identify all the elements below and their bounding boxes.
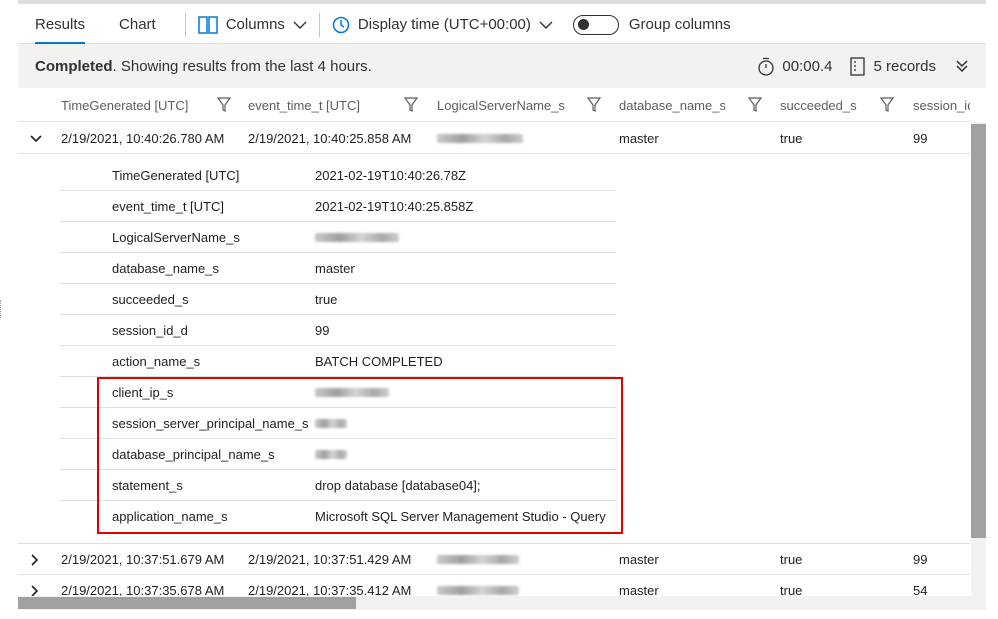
detail-key: TimeGenerated [UTC] — [112, 168, 240, 183]
horizontal-scrollbar-thumb[interactable] — [18, 597, 356, 609]
filter-icon[interactable] — [586, 97, 602, 115]
detail-row: event_time_t [UTC] 2021-02-19T10:40:25.85… — [60, 191, 616, 222]
cell-server-redacted — [437, 123, 523, 153]
detail-row: database_principal_name_s — [60, 439, 616, 470]
top-border — [18, 0, 986, 4]
detail-value: true — [315, 292, 338, 307]
detail-value: 99 — [315, 323, 330, 338]
detail-row: session_id_d 99 — [60, 315, 616, 346]
detail-value: Microsoft SQL Server Management Studio -… — [315, 509, 606, 524]
detail-row: statement_s drop database [database04]; — [60, 470, 616, 501]
columns-label: Columns — [225, 16, 285, 33]
detail-row: session_server_principal_name_s — [60, 408, 616, 439]
cell-succeeded: true — [780, 552, 803, 567]
filter-icon[interactable] — [216, 97, 232, 115]
records-count: 5 records — [873, 57, 936, 75]
column-header-succeeded[interactable]: succeeded_s — [780, 88, 857, 121]
group-columns-toggle[interactable] — [572, 14, 619, 35]
detail-value-redacted — [315, 377, 389, 408]
detail-key: database_principal_name_s — [112, 447, 275, 462]
detail-value-redacted — [315, 439, 347, 470]
detail-key: session_server_principal_name_s — [112, 416, 309, 431]
detail-key: client_ip_s — [112, 385, 174, 400]
filter-icon[interactable] — [403, 97, 419, 115]
detail-key: LogicalServerName_s — [112, 230, 240, 245]
column-header-session-id[interactable]: session_id_d — [913, 88, 970, 121]
detail-value: 2021-02-19T10:40:25.858Z — [315, 199, 474, 214]
column-header-timegenerated[interactable]: TimeGenerated [UTC] — [61, 88, 188, 121]
query-status-bar: Completed. Showing results from the last… — [18, 44, 986, 88]
detail-value: 2021-02-19T10:40:26.78Z — [315, 168, 467, 183]
group-columns-label: Group columns — [628, 16, 731, 33]
detail-key: succeeded_s — [112, 292, 189, 307]
query-duration: 00:00.4 — [782, 57, 833, 75]
detail-value: drop database [database04]; — [315, 478, 481, 493]
table-row[interactable]: 2/19/2021, 10:40:26.780 AM 2/19/2021, 10… — [18, 123, 970, 154]
cell-event-time: 2/19/2021, 10:40:25.858 AM — [248, 131, 412, 146]
results-toolbar: Results Chart Columns Display time (UTC+… — [18, 6, 986, 44]
cell-event-time: 2/19/2021, 10:37:51.429 AM — [248, 552, 412, 567]
cell-time-generated: 2/19/2021, 10:37:51.679 AM — [61, 552, 225, 567]
detail-value-redacted — [315, 408, 347, 439]
detail-key: action_name_s — [112, 354, 201, 369]
table-row[interactable]: 2/19/2021, 10:37:51.679 AM 2/19/2021, 10… — [18, 544, 970, 575]
cell-session-id: 99 — [913, 131, 928, 146]
double-chevron-down-icon — [954, 59, 970, 73]
chevron-down-icon — [293, 20, 307, 30]
toolbar-divider — [184, 12, 186, 37]
collapse-results-button[interactable] — [954, 59, 970, 73]
detail-value: BATCH COMPLETED — [315, 354, 443, 369]
cell-database: master — [619, 552, 659, 567]
detail-row: succeeded_s true — [60, 284, 616, 315]
detail-key: session_id_d — [112, 323, 188, 338]
vertical-scrollbar-thumb[interactable] — [971, 124, 986, 538]
grid-header: TimeGenerated [UTC] event_time_t [UTC] L… — [18, 88, 970, 122]
tab-results[interactable]: Results — [18, 6, 102, 44]
chevron-down-icon[interactable] — [30, 123, 42, 153]
status-metrics: 00:00.4 5 records — [745, 44, 970, 88]
detail-row: action_name_s BATCH COMPLETED — [60, 346, 616, 377]
column-header-logical-server[interactable]: LogicalServerName_s — [437, 88, 565, 121]
cell-server-redacted — [437, 544, 519, 574]
cell-database: master — [619, 131, 659, 146]
detail-key: event_time_t [UTC] — [112, 199, 224, 214]
status-completed: Completed — [35, 57, 113, 75]
toolbar-divider — [318, 12, 320, 37]
detail-row: application_name_s Microsoft SQL Server M… — [60, 501, 616, 532]
cell-session-id: 99 — [913, 552, 928, 567]
stopwatch-icon — [757, 57, 775, 76]
columns-icon — [197, 15, 218, 34]
detail-key: application_name_s — [112, 509, 228, 524]
detail-value-redacted — [315, 222, 399, 253]
filter-icon[interactable] — [879, 97, 895, 115]
records-icon — [850, 56, 866, 76]
detail-key: statement_s — [112, 478, 183, 493]
display-time-dropdown[interactable]: Display time (UTC+00:00) — [332, 16, 553, 34]
detail-row: LogicalServerName_s — [60, 222, 616, 253]
row-detail-panel: TimeGenerated [UTC] 2021-02-19T10:40:26.7… — [60, 160, 616, 532]
detail-row: TimeGenerated [UTC] 2021-02-19T10:40:26.7… — [60, 160, 616, 191]
display-time-label: Display time (UTC+00:00) — [357, 16, 531, 33]
detail-key: database_name_s — [112, 261, 219, 276]
filter-icon[interactable] — [747, 97, 763, 115]
column-header-database[interactable]: database_name_s — [619, 88, 726, 121]
chevron-right-icon[interactable] — [30, 544, 40, 574]
cell-time-generated: 2/19/2021, 10:40:26.780 AM — [61, 131, 225, 146]
pane-resize-handle[interactable] — [0, 300, 3, 318]
clock-icon — [332, 16, 350, 34]
column-header-event-time[interactable]: event_time_t [UTC] — [248, 88, 360, 121]
detail-row: client_ip_s — [60, 377, 616, 408]
scrollbar-corner — [971, 596, 986, 610]
chevron-down-icon — [539, 20, 553, 30]
detail-row: database_name_s master — [60, 253, 616, 284]
cell-succeeded: true — [780, 131, 803, 146]
detail-value: master — [315, 261, 355, 276]
tab-chart[interactable]: Chart — [102, 6, 173, 44]
status-text: . Showing results from the last 4 hours. — [112, 57, 372, 75]
columns-button[interactable]: Columns — [197, 15, 307, 34]
